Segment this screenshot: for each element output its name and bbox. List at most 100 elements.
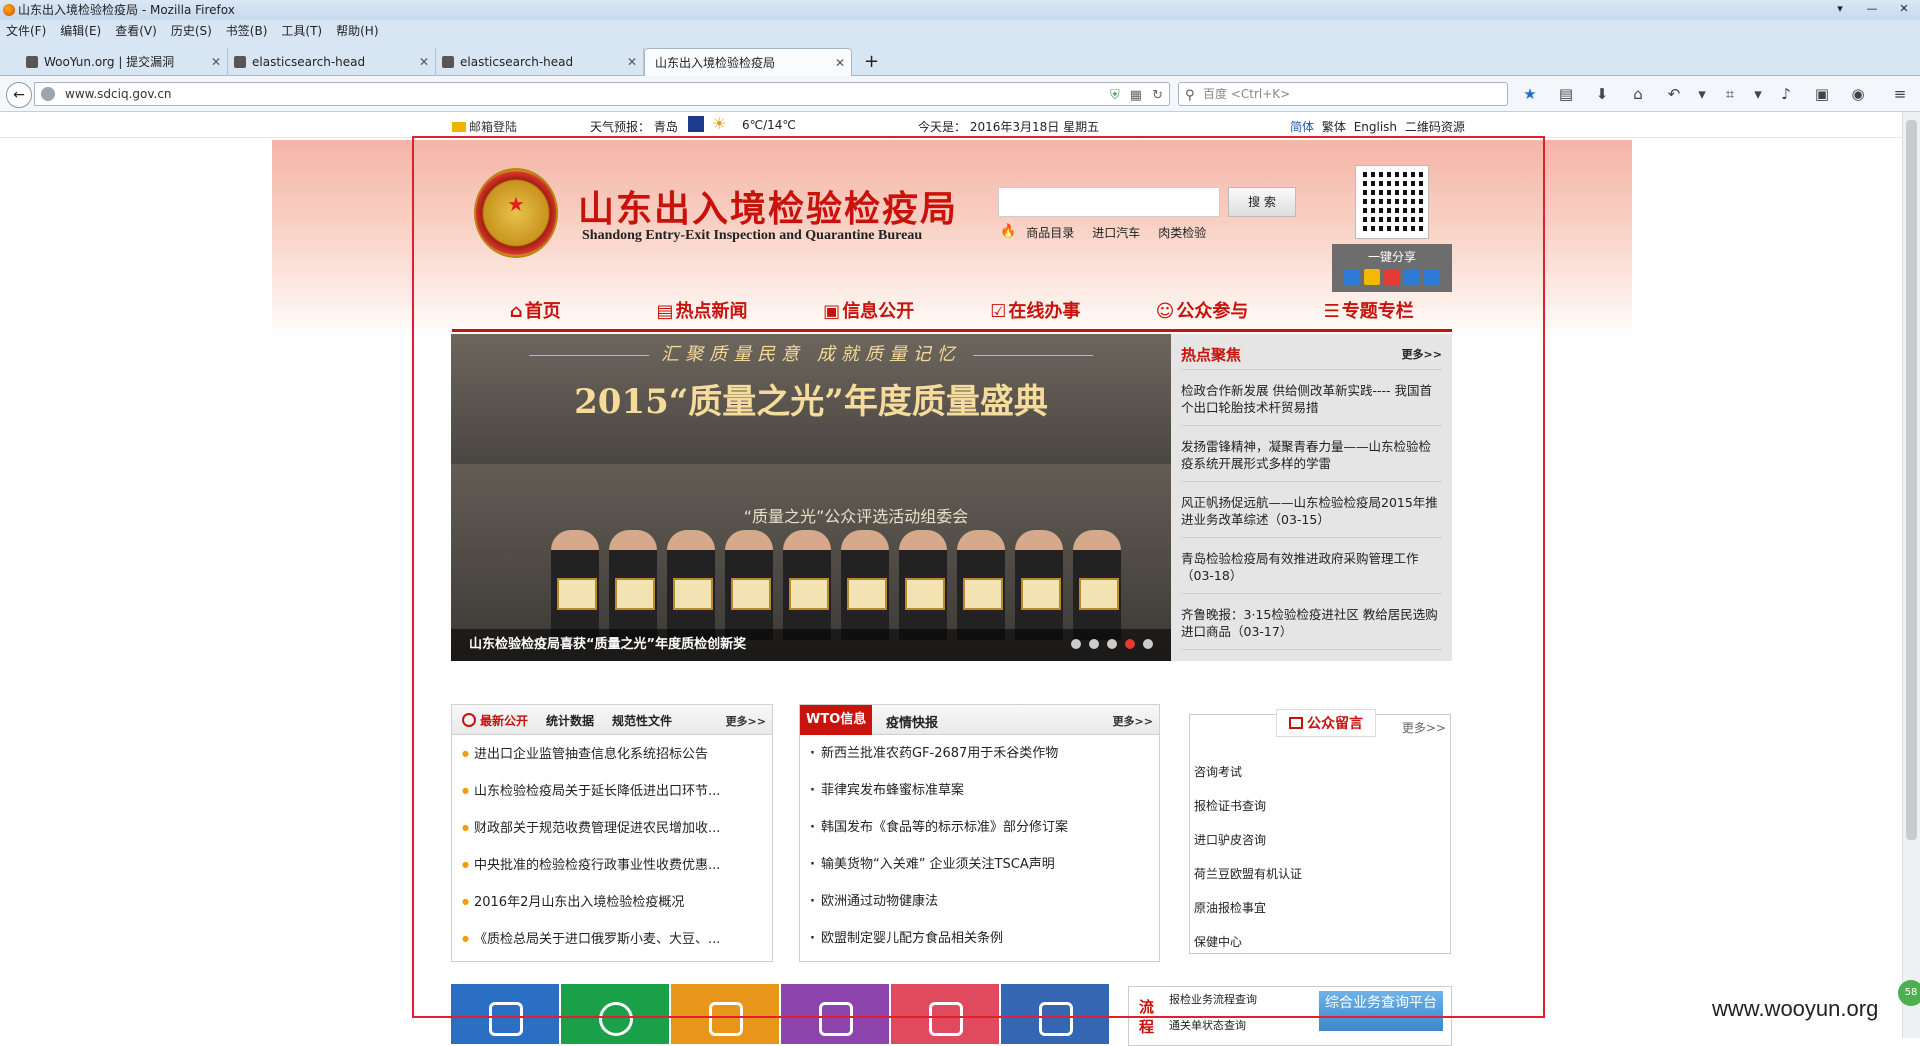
tab-close-icon[interactable]: ✕ — [627, 48, 637, 76]
tab-statistics[interactable]: 统计数据 — [546, 712, 594, 729]
reading-list-icon[interactable]: ▤ — [1554, 82, 1578, 106]
slider-dot[interactable] — [1143, 639, 1153, 649]
list-item[interactable]: 山东检验检疫局关于延长降低进出口环节... — [452, 772, 772, 809]
list-item[interactable]: 进口驴皮咨询 — [1194, 823, 1302, 857]
undo-icon[interactable]: ↶ — [1662, 82, 1686, 106]
download-icon[interactable]: ⬇ — [1590, 82, 1614, 106]
list-item[interactable]: 输美货物“入关难” 企业须关注TSCA声明 — [800, 846, 1159, 883]
nav-online-service[interactable]: ☑ 在线办事 — [952, 294, 1119, 329]
mail-login-link[interactable]: 邮箱登陆 — [452, 118, 517, 135]
list-item[interactable]: 欧盟制定婴儿配方食品相关条例 — [800, 920, 1159, 957]
tile-newspaper[interactable] — [1001, 984, 1109, 1044]
hot-link-catalog[interactable]: 商品目录 — [1026, 224, 1074, 241]
tile-phone[interactable] — [561, 984, 669, 1044]
public-info-more-link[interactable]: 更多>> — [726, 713, 766, 729]
list-item[interactable]: 中央批准的检验检疫行政事业性收费优惠... — [452, 846, 772, 883]
share-qzone-icon[interactable] — [1364, 269, 1380, 285]
list-item[interactable]: 咨询考试 — [1194, 755, 1302, 789]
slider-dot[interactable] — [1089, 639, 1099, 649]
addon-icon[interactable]: ◉ — [1846, 82, 1870, 106]
business-query-button[interactable]: 综合业务查询平台 — [1319, 991, 1443, 1031]
qr-icon[interactable]: ▦ — [1130, 85, 1142, 107]
tab-epidemic-report[interactable]: 疫情快报 — [886, 712, 938, 731]
share-plus-icon[interactable] — [1344, 269, 1360, 285]
qr-resources-link[interactable]: 二维码资源 — [1405, 120, 1465, 134]
hamburger-menu-icon[interactable]: ≡ — [1888, 82, 1912, 106]
process-query-link[interactable]: 报检业务流程查询 — [1169, 991, 1257, 1007]
slider-dot[interactable] — [1107, 639, 1117, 649]
menu-view[interactable]: 查看(V) — [115, 20, 157, 42]
customs-status-link[interactable]: 通关单状态查询 — [1169, 1017, 1246, 1033]
screenshot-icon[interactable]: ▣ — [1810, 82, 1834, 106]
tab-close-icon[interactable]: ✕ — [211, 48, 221, 76]
menu-tools[interactable]: 工具(T) — [281, 20, 322, 42]
menu-history[interactable]: 历史(S) — [171, 20, 212, 42]
site-search-button[interactable]: 搜 索 — [1228, 187, 1296, 217]
share-renren-icon[interactable] — [1424, 269, 1440, 285]
list-item[interactable]: 保健中心 — [1194, 925, 1302, 959]
tile-tag[interactable] — [671, 984, 779, 1044]
list-item[interactable]: 财政部关于规范收费管理促进农民增加收... — [452, 809, 772, 846]
hot-focus-item[interactable]: 风正帆扬促远航——山东检验检疫局2015年推进业务改革综述（03-15） — [1181, 482, 1442, 538]
list-item[interactable]: 韩国发布《食品等的标示标准》部分修订案 — [800, 809, 1159, 846]
menu-help[interactable]: 帮助(H) — [336, 20, 378, 42]
menu-bookmarks[interactable]: 书签(B) — [226, 20, 268, 42]
badge-58[interactable]: 58 — [1898, 980, 1920, 1006]
hot-focus-more-link[interactable]: 更多>> — [1402, 346, 1442, 362]
tab-wto-info[interactable]: WTO信息 — [800, 705, 873, 735]
tab-elasticsearch-1[interactable]: elasticsearch-head ✕ — [228, 48, 436, 76]
nav-home[interactable]: ⌂ 首页 — [452, 294, 619, 329]
tab-latest-public[interactable]: 最新公开 — [462, 712, 528, 729]
list-item[interactable]: 原油报检事宜 — [1194, 891, 1302, 925]
new-tab-button[interactable]: + — [864, 48, 879, 76]
list-item[interactable]: 报检证书查询 — [1194, 789, 1302, 823]
dropdown-icon[interactable]: ▾ — [1698, 82, 1706, 106]
hot-link-meat[interactable]: 肉类检验 — [1158, 224, 1206, 241]
news-slider[interactable]: 汇聚质量民意 成就质量记忆 2015“质量之光”年度质量盛典 “质量之光”公众评… — [451, 334, 1171, 661]
lang-simplified[interactable]: 简体 — [1290, 120, 1314, 134]
list-item[interactable]: 进出口企业监管抽查信息化系统招标公告 — [452, 735, 772, 772]
tab-normative-docs[interactable]: 规范性文件 — [612, 712, 672, 729]
back-button[interactable]: ← — [6, 82, 32, 108]
dropdown-icon[interactable]: ▾ — [1754, 82, 1762, 106]
hot-focus-item[interactable]: 检政合作新发展 供给侧改革新实践---- 我国首个出口轮胎技术杆贸易措 — [1181, 370, 1442, 426]
tab-sdciq[interactable]: 山东出入境检验检疫局 ✕ — [644, 48, 852, 76]
menu-edit[interactable]: 编辑(E) — [60, 20, 101, 42]
public-message-more-link[interactable]: 更多>> — [1402, 719, 1446, 736]
nav-info-public[interactable]: ▣ 信息公开 — [785, 294, 952, 329]
share-tencent-icon[interactable] — [1404, 269, 1420, 285]
url-bar[interactable]: www.sdciq.gov.cn ⛨ ▦ ↻ — [34, 82, 1170, 106]
hot-focus-item[interactable]: 发扬雷锋精神，凝聚青春力量——山东检验检疫系统开展形式多样的学雷 — [1181, 426, 1442, 482]
tab-close-icon[interactable]: ✕ — [419, 48, 429, 76]
crop-icon[interactable]: ⌗ — [1718, 82, 1742, 106]
list-item[interactable]: 菲律宾发布蜂蜜标准草案 — [800, 772, 1159, 809]
list-item[interactable]: 《质检总局关于进口俄罗斯小麦、大豆、... — [452, 920, 772, 957]
lang-traditional[interactable]: 繁体 — [1322, 120, 1346, 134]
close-button[interactable]: ✕ — [1888, 0, 1920, 20]
slider-dot[interactable] — [1071, 639, 1081, 649]
speaker-icon[interactable]: ♪ — [1774, 82, 1798, 106]
home-icon[interactable]: ⌂ — [1626, 82, 1650, 106]
list-item[interactable]: 新西兰批准农药GF-2687用于禾谷类作物 — [800, 735, 1159, 772]
tile-monitor[interactable] — [891, 984, 999, 1044]
menu-file[interactable]: 文件(F) — [6, 20, 46, 42]
scrollbar-thumb[interactable] — [1906, 120, 1917, 840]
minimize-button[interactable]: — — [1856, 0, 1888, 20]
list-item[interactable]: 欧洲通过动物健康法 — [800, 883, 1159, 920]
nav-public-participation[interactable]: ☺ 公众参与 — [1119, 294, 1286, 329]
tile-signpost[interactable] — [781, 984, 889, 1044]
window-menu-button[interactable]: ▾ — [1824, 0, 1856, 20]
nav-special-topics[interactable]: ☰ 专题专栏 — [1285, 294, 1452, 329]
hot-link-cars[interactable]: 进口汽车 — [1092, 224, 1140, 241]
hot-focus-item[interactable]: 齐鲁晚报：3·15检验检疫进社区 教给居民选购进口商品（03-17） — [1181, 594, 1442, 650]
bookmark-star-icon[interactable]: ★ — [1518, 82, 1542, 106]
hot-focus-item[interactable]: 青岛检验检疫局有效推进政府采购管理工作（03-18） — [1181, 538, 1442, 594]
shield-icon[interactable]: ⛨ — [1110, 85, 1120, 107]
slider-caption[interactable]: 山东检验检疫局喜获“质量之光”年度质检创新奖 — [451, 629, 1171, 661]
list-item[interactable]: 2016年2月山东出入境检验检疫概况 — [452, 883, 772, 920]
lang-english[interactable]: English — [1354, 120, 1397, 134]
tile-tv[interactable] — [451, 984, 559, 1044]
share-weibo-icon[interactable] — [1384, 269, 1400, 285]
tab-elasticsearch-2[interactable]: elasticsearch-head ✕ — [436, 48, 644, 76]
reload-icon[interactable]: ↻ — [1152, 85, 1163, 107]
